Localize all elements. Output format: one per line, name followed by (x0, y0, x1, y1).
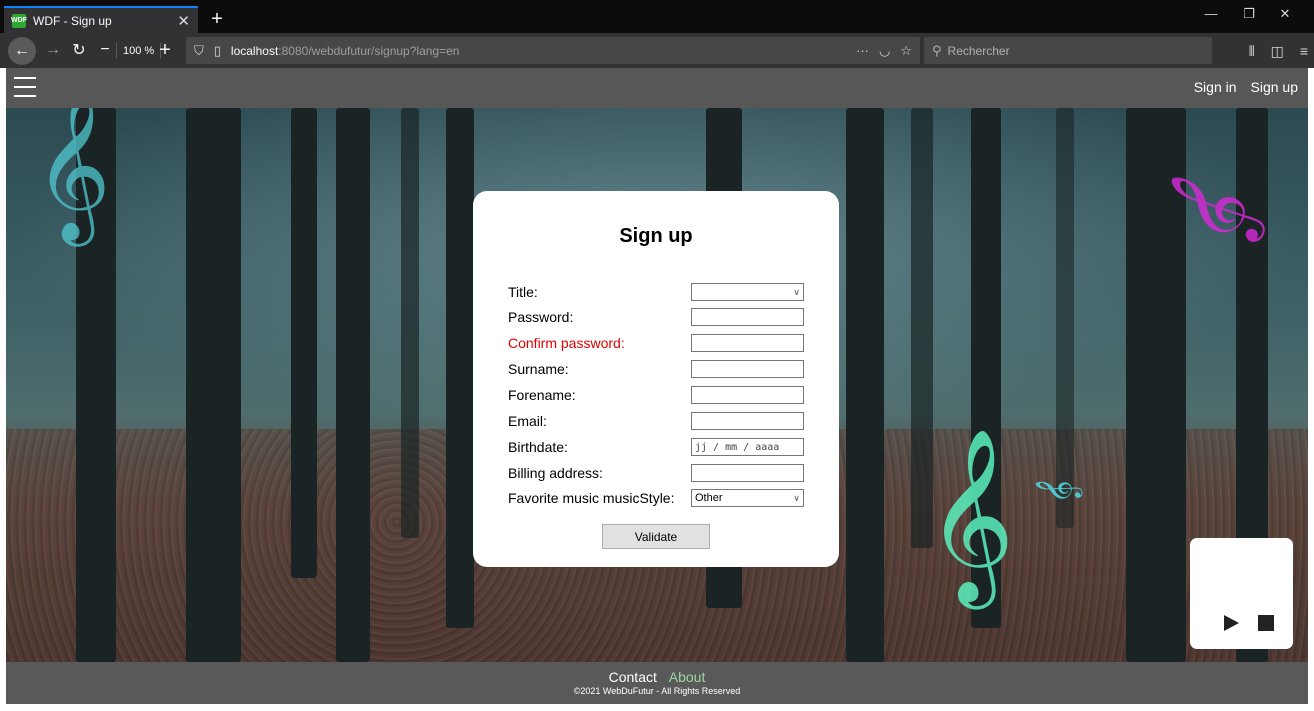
email-field[interactable] (691, 412, 804, 430)
hamburger-icon[interactable] (14, 77, 36, 97)
stop-icon[interactable] (1258, 615, 1274, 631)
confirm-password-label: Confirm password: (508, 335, 625, 351)
site-footer: Contact About ©2021 WebDuFutur - All Rig… (6, 662, 1308, 704)
music-style-select[interactable]: Other ∨ (691, 489, 804, 507)
music-style-row: Favorite music musicStyle: Other ∨ (508, 489, 804, 507)
url-path: :8080/webdufutur/signup?lang=en (278, 43, 460, 58)
url-bar[interactable]: ⛉ ▯ localhost :8080/webdufutur/signup?la… (186, 37, 920, 64)
surname-row: Surname: (508, 360, 804, 378)
contact-link[interactable]: Contact (609, 669, 657, 685)
favicon-icon: WDF (11, 13, 27, 28)
birthdate-row: Birthdate: jj / mm / aaaa (508, 438, 804, 456)
title-select[interactable]: ∨ (691, 283, 804, 301)
zoom-out-button[interactable]: − (92, 37, 118, 63)
chevron-down-icon: ∨ (793, 286, 800, 297)
surname-field[interactable] (691, 360, 804, 378)
music-player (1190, 538, 1293, 649)
reload-icon[interactable]: ↻ (66, 37, 92, 63)
restore-button[interactable]: ❐ (1234, 6, 1264, 22)
close-tab-icon[interactable]: ✕ (177, 12, 190, 30)
pocket-icon[interactable]: ◡ (879, 43, 890, 59)
back-arrow-icon[interactable]: ← (8, 37, 36, 65)
validate-button[interactable]: Validate (602, 524, 710, 549)
copyright-text: ©2021 WebDuFutur - All Rights Reserved (573, 686, 741, 696)
search-input[interactable]: ⚲ Rechercher (924, 37, 1212, 64)
play-icon[interactable] (1224, 615, 1239, 631)
email-row: Email: (508, 412, 804, 430)
forename-field[interactable] (691, 386, 804, 404)
password-row: Password: (508, 308, 804, 326)
search-icon: ⚲ (932, 42, 942, 58)
web-page: Sign in Sign up 𝄞 𝄞 𝄞 𝄞 Sign up Title: ∨ (6, 68, 1308, 704)
billing-address-field[interactable] (691, 464, 804, 482)
form-title: Sign up (619, 225, 693, 247)
password-label: Password: (508, 309, 574, 325)
star-icon[interactable]: ☆ (900, 43, 912, 59)
sign-up-link[interactable]: Sign up (1251, 79, 1298, 95)
billing-address-label: Billing address: (508, 465, 603, 481)
chevron-down-icon: ∨ (793, 492, 800, 503)
birthdate-label: Birthdate: (508, 439, 568, 455)
browser-toolbar: ← → ↻ − 100 % + ⛉ ▯ localhost :8080/webd… (0, 33, 1314, 68)
browser-tab[interactable]: WDF WDF - Sign up ✕ (4, 6, 198, 33)
shield-icon[interactable]: ⛉ (194, 43, 204, 59)
library-icon[interactable]: ⫴ (1249, 43, 1255, 60)
email-label: Email: (508, 413, 547, 429)
forename-label: Forename: (508, 387, 576, 403)
tab-title: WDF - Sign up (33, 13, 112, 28)
confirm-password-row: Confirm password: (508, 334, 804, 352)
tab-strip: WDF WDF - Sign up ✕ + — ❐ ✕ (0, 0, 1314, 33)
new-tab-button[interactable]: + (204, 6, 230, 32)
minimize-button[interactable]: — (1196, 6, 1226, 21)
forward-arrow-icon[interactable]: → (40, 37, 66, 63)
confirm-password-field[interactable] (691, 334, 804, 352)
title-label: Title: (508, 284, 538, 300)
about-link[interactable]: About (669, 669, 706, 685)
search-placeholder: Rechercher (947, 43, 1010, 58)
forename-row: Forename: (508, 386, 804, 404)
billing-address-row: Billing address: (508, 464, 804, 482)
sign-in-link[interactable]: Sign in (1194, 79, 1237, 95)
surname-label: Surname: (508, 361, 569, 377)
treble-clef-decoration: 𝄞 (926, 428, 1015, 602)
url-host: localhost (230, 43, 279, 58)
site-header: Sign in Sign up (6, 68, 1308, 108)
zoom-in-button[interactable]: + (152, 37, 178, 63)
sidebar-icon[interactable]: ◫ (1271, 43, 1284, 60)
signup-card: Sign up Title: ∨ Password: Confirm passw… (473, 191, 839, 567)
title-row: Title: ∨ (508, 283, 804, 301)
treble-clef-decoration: 𝄞 (34, 108, 111, 240)
music-style-label: Favorite music musicStyle: (508, 490, 675, 506)
more-dots-icon[interactable]: ··· (856, 43, 869, 59)
birthdate-field[interactable]: jj / mm / aaaa (691, 438, 804, 456)
password-field[interactable] (691, 308, 804, 326)
page-icon: ▯ (213, 42, 221, 58)
menu-icon[interactable]: ≡ (1300, 43, 1308, 60)
close-window-button[interactable]: ✕ (1270, 6, 1300, 22)
